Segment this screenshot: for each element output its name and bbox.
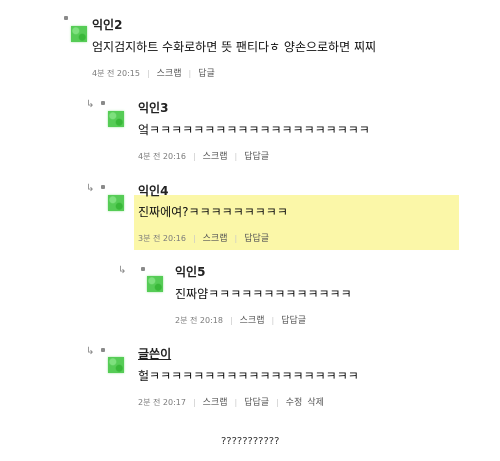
reply-arrow-icon: ↳ [86, 99, 95, 110]
bullet-marker [141, 267, 145, 271]
avatar [108, 195, 124, 211]
scrap-link[interactable]: 스크랩 [203, 398, 228, 408]
divider: | [276, 398, 279, 407]
avatar [108, 111, 124, 127]
bullet-marker [64, 16, 68, 20]
scrap-link[interactable]: 스크랩 [203, 152, 228, 162]
comment-text: 헐ㅋㅋㅋㅋㅋㅋㅋㅋㅋㅋㅋㅋㅋㅋㅋㅋㅋㅋㅋ [138, 369, 359, 383]
footer-text: ??????????? [221, 436, 280, 447]
divider: | [234, 234, 238, 243]
divider: | [234, 398, 238, 407]
divider: | [146, 69, 150, 78]
avatar [147, 276, 163, 292]
divider: | [229, 316, 233, 325]
reply-link[interactable]: 답답글 [244, 152, 269, 162]
reply-link[interactable]: 답글 [198, 69, 215, 79]
avatar [108, 357, 124, 373]
comment-thread: 익인2 엄지검지하트 수화로하면 뜻 팬티다ㅎ 양손으로하면 찌찌 4분 전 2… [0, 0, 500, 461]
comment-timestamp: 2분 전 20:18 [175, 316, 223, 325]
divider: | [271, 316, 275, 325]
comment-text: 엄지검지하트 수화로하면 뜻 팬티다ㅎ 양손으로하면 찌찌 [92, 40, 377, 54]
divider: | [188, 69, 192, 78]
divider: | [234, 152, 238, 161]
comment-timestamp: 3분 전 20:16 [138, 234, 186, 243]
comment-meta: 4분 전 20:16 | 스크랩 | 답답글 [138, 149, 269, 162]
reply-arrow-icon: ↳ [118, 265, 127, 276]
bullet-marker [101, 185, 105, 189]
divider: | [192, 234, 196, 243]
bullet-marker [101, 348, 105, 352]
comment-meta: 3분 전 20:16 | 스크랩 | 답답글 [138, 231, 269, 244]
comment-author[interactable]: 익인4 [138, 182, 168, 199]
delete-link[interactable]: 삭제 [307, 398, 324, 408]
reply-arrow-icon: ↳ [86, 346, 95, 357]
avatar [71, 26, 87, 42]
reply-link[interactable]: 답답글 [244, 234, 269, 244]
comment-timestamp: 4분 전 20:16 [138, 152, 186, 161]
comment-author[interactable]: 익인5 [175, 263, 205, 280]
scrap-link[interactable]: 스크랩 [203, 234, 228, 244]
edit-link[interactable]: 수정 [286, 398, 303, 408]
comment-text: 진짜얌ㅋㅋㅋㅋㅋㅋㅋㅋㅋㅋㅋㅋㅋ [175, 287, 352, 301]
comment-timestamp: 4분 전 20:15 [92, 69, 140, 78]
bullet-marker [101, 101, 105, 105]
comment-meta: 2분 전 20:17 | 스크랩 | 답답글 | 수정 삭제 [138, 395, 324, 408]
scrap-link[interactable]: 스크랩 [157, 69, 182, 79]
comment-author[interactable]: 익인3 [138, 99, 168, 116]
reply-link[interactable]: 답답글 [244, 398, 269, 408]
comment-meta: 4분 전 20:15 | 스크랩 | 답글 [92, 66, 215, 79]
divider: | [192, 152, 196, 161]
comment-text: 엌ㅋㅋㅋㅋㅋㅋㅋㅋㅋㅋㅋㅋㅋㅋㅋㅋㅋㅋㅋㅋ [138, 123, 370, 137]
scrap-link[interactable]: 스크랩 [240, 316, 265, 326]
comment-author[interactable]: 글쓴이 [138, 345, 171, 362]
divider: | [192, 398, 196, 407]
comment-author[interactable]: 익인2 [92, 16, 122, 33]
reply-arrow-icon: ↳ [86, 183, 95, 194]
comment-timestamp: 2분 전 20:17 [138, 398, 186, 407]
reply-link[interactable]: 답답글 [281, 316, 306, 326]
comment-text: 진짜에여?ㅋㅋㅋㅋㅋㅋㅋㅋㅋ [138, 205, 288, 219]
comment-meta: 2분 전 20:18 | 스크랩 | 답답글 [175, 313, 306, 326]
